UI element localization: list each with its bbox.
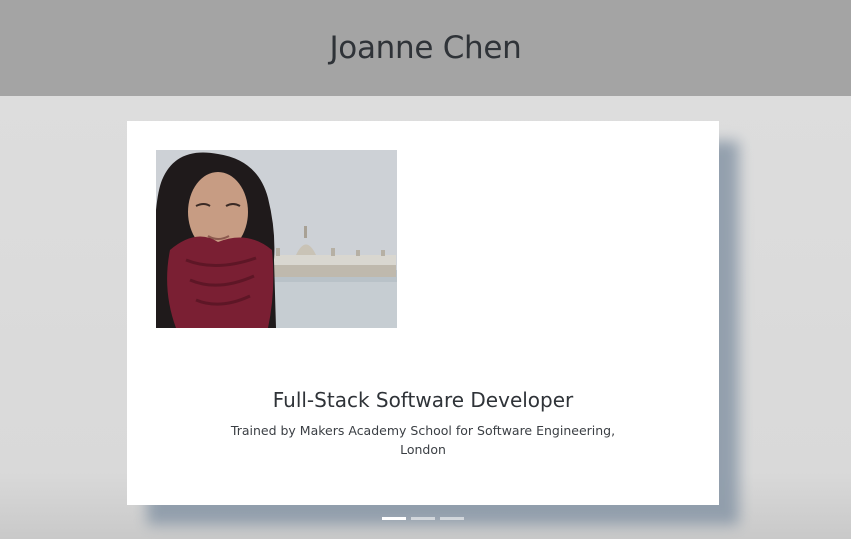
site-header: Joanne Chen — [0, 0, 851, 96]
carousel-indicator-3[interactable] — [440, 517, 464, 520]
slide-title: Full-Stack Software Developer — [272, 388, 574, 412]
carousel-indicators — [382, 517, 464, 520]
profile-photo — [156, 150, 397, 328]
slide-subtitle: Trained by Makers Academy School for Sof… — [230, 423, 616, 457]
page-title: Joanne Chen — [329, 30, 522, 66]
carousel-slide: Full-Stack Software Developer Trained by… — [127, 121, 719, 505]
carousel-indicator-2[interactable] — [411, 517, 435, 520]
carousel-indicator-1[interactable] — [382, 517, 406, 520]
